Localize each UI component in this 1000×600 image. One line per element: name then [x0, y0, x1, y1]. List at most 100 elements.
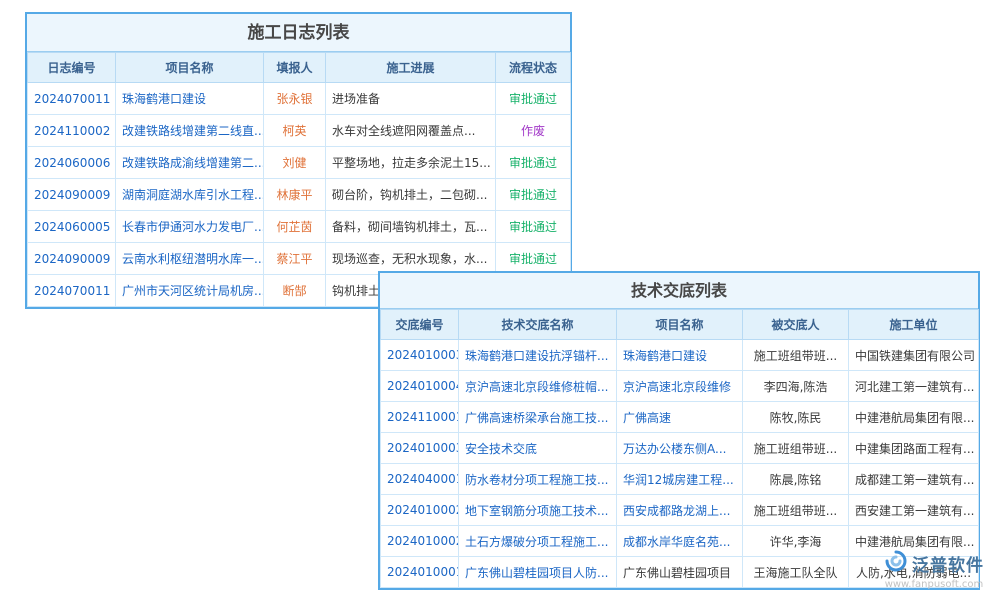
progress-text: 平整场地，拉走多余泥土15...: [326, 147, 496, 179]
disclosure-name-link[interactable]: 防水卷材分项工程施工技...: [459, 464, 617, 495]
construction-unit-text: 西安建工第一建筑有...: [849, 495, 979, 526]
status-badge: 审批通过: [496, 243, 571, 275]
disclosure-id-link[interactable]: 2024110001: [381, 402, 459, 433]
table-row[interactable]: 2024040001 防水卷材分项工程施工技... 华润12城房建工程... 陈…: [381, 464, 979, 495]
progress-text: 砌台阶，钩机排土，二包砌...: [326, 179, 496, 211]
column-header-flow-status: 流程状态: [496, 53, 571, 83]
project-name-link[interactable]: 云南水利枢纽潜明水库一...: [116, 243, 264, 275]
status-badge: 审批通过: [496, 211, 571, 243]
table-row[interactable]: 2024110002 改建铁路线增建第二线直... 柯英 水车对全线遮阳网覆盖点…: [28, 115, 571, 147]
column-header-reporter: 填报人: [264, 53, 326, 83]
recipients-text: 陈晨,陈铭: [743, 464, 849, 495]
table-row[interactable]: 2024060006 改建铁路成渝线增建第二... 刘健 平整场地，拉走多余泥土…: [28, 147, 571, 179]
disclosure-id-link[interactable]: 2024010003: [381, 340, 459, 371]
table-row[interactable]: 2024010002 地下室钢筋分项施工技术... 西安成都路龙湖上... 施工…: [381, 495, 979, 526]
project-name-link[interactable]: 湖南洞庭湖水库引水工程...: [116, 179, 264, 211]
column-header-progress: 施工进展: [326, 53, 496, 83]
reporter-name: 断郜: [264, 275, 326, 307]
log-id-link[interactable]: 2024070011: [28, 83, 116, 115]
construction-unit-text: 中国铁建集团有限公司: [849, 340, 979, 371]
tech-disclosure-table: 技术交底列表 交底编号 技术交底名称 项目名称 被交底人 施工单位 202401…: [378, 271, 980, 590]
recipients-text: 施工班组带班...: [743, 495, 849, 526]
log-id-link[interactable]: 2024090009: [28, 179, 116, 211]
column-header-log-id: 日志编号: [28, 53, 116, 83]
table-row[interactable]: 2024070011 珠海鹤港口建设 张永银 进场准备 审批通过: [28, 83, 571, 115]
log-id-link[interactable]: 2024090009: [28, 243, 116, 275]
status-badge: 审批通过: [496, 83, 571, 115]
reporter-name: 刘健: [264, 147, 326, 179]
table-row[interactable]: 2024010003 安全技术交底 万达办公楼东侧A... 施工班组带班... …: [381, 433, 979, 464]
project-name-link[interactable]: 改建铁路成渝线增建第二...: [116, 147, 264, 179]
table-row[interactable]: 2024010004 京沪高速北京段维修桩帽... 京沪高速北京段维修 李四海,…: [381, 371, 979, 402]
disclosure-name-link[interactable]: 京沪高速北京段维修桩帽...: [459, 371, 617, 402]
reporter-name: 张永银: [264, 83, 326, 115]
tech-disclosure-grid: 交底编号 技术交底名称 项目名称 被交底人 施工单位 2024010003 珠海…: [380, 309, 979, 588]
project-name-text: 广东佛山碧桂园项目: [617, 557, 743, 588]
project-name-link[interactable]: 长春市伊通河水力发电厂...: [116, 211, 264, 243]
disclosure-id-link[interactable]: 2024040001: [381, 464, 459, 495]
disclosure-name-link[interactable]: 安全技术交底: [459, 433, 617, 464]
project-name-link[interactable]: 广州市天河区统计局机房...: [116, 275, 264, 307]
progress-text: 进场准备: [326, 83, 496, 115]
column-header-project-name: 项目名称: [617, 310, 743, 340]
disclosure-name-link[interactable]: 广东佛山碧桂园项目人防...: [459, 557, 617, 588]
reporter-name: 柯英: [264, 115, 326, 147]
disclosure-id-link[interactable]: 2024010003: [381, 433, 459, 464]
brand-website: www.fanpusoft.com: [874, 579, 994, 590]
disclosure-name-link[interactable]: 地下室钢筋分项施工技术...: [459, 495, 617, 526]
progress-text: 备料，砌间墙钩机排土，瓦...: [326, 211, 496, 243]
log-id-link[interactable]: 2024110002: [28, 115, 116, 147]
log-id-link[interactable]: 2024060006: [28, 147, 116, 179]
column-header-disclosure-id: 交底编号: [381, 310, 459, 340]
table-row[interactable]: 2024010003 珠海鹤港口建设抗浮锚杆... 珠海鹤港口建设 施工班组带班…: [381, 340, 979, 371]
progress-text: 水车对全线遮阳网覆盖点...: [326, 115, 496, 147]
construction-log-title: 施工日志列表: [27, 14, 570, 52]
column-header-disclosure-name: 技术交底名称: [459, 310, 617, 340]
project-name-link[interactable]: 成都水岸华庭名苑...: [617, 526, 743, 557]
disclosure-name-link[interactable]: 珠海鹤港口建设抗浮锚杆...: [459, 340, 617, 371]
progress-text: 现场巡查，无积水现象，水...: [326, 243, 496, 275]
disclosure-id-link[interactable]: 2024010002: [381, 495, 459, 526]
brand-name: 泛普软件: [912, 551, 984, 576]
disclosure-id-link[interactable]: 2024010001: [381, 557, 459, 588]
project-name-link[interactable]: 珠海鹤港口建设: [617, 340, 743, 371]
construction-log-grid: 日志编号 项目名称 填报人 施工进展 流程状态 2024070011 珠海鹤港口…: [27, 52, 571, 307]
recipients-text: 王海施工队全队: [743, 557, 849, 588]
project-name-link[interactable]: 京沪高速北京段维修: [617, 371, 743, 402]
disclosure-id-link[interactable]: 2024010002: [381, 526, 459, 557]
column-header-project-name: 项目名称: [116, 53, 264, 83]
construction-unit-text: 成都建工第一建筑有...: [849, 464, 979, 495]
log-id-link[interactable]: 2024060005: [28, 211, 116, 243]
table-row[interactable]: 2024060005 长春市伊通河水力发电厂... 何芷茵 备料，砌间墙钩机排土…: [28, 211, 571, 243]
table-row[interactable]: 2024110001 广佛高速桥梁承台施工技... 广佛高速 陈牧,陈民 中建港…: [381, 402, 979, 433]
disclosure-name-link[interactable]: 土石方爆破分项工程施工...: [459, 526, 617, 557]
recipients-text: 李四海,陈浩: [743, 371, 849, 402]
project-name-link[interactable]: 珠海鹤港口建设: [116, 83, 264, 115]
table-row[interactable]: 2024090009 湖南洞庭湖水库引水工程... 林康平 砌台阶，钩机排土，二…: [28, 179, 571, 211]
reporter-name: 蔡江平: [264, 243, 326, 275]
table-row[interactable]: 2024090009 云南水利枢纽潜明水库一... 蔡江平 现场巡查，无积水现象…: [28, 243, 571, 275]
recipients-text: 陈牧,陈民: [743, 402, 849, 433]
reporter-name: 林康平: [264, 179, 326, 211]
tech-disclosure-title: 技术交底列表: [380, 273, 978, 309]
recipients-text: 施工班组带班...: [743, 340, 849, 371]
status-badge: 作废: [496, 115, 571, 147]
status-badge: 审批通过: [496, 147, 571, 179]
disclosure-id-link[interactable]: 2024010004: [381, 371, 459, 402]
project-name-link[interactable]: 改建铁路线增建第二线直...: [116, 115, 264, 147]
construction-unit-text: 中建港航局集团有限...: [849, 402, 979, 433]
status-badge: 审批通过: [496, 179, 571, 211]
project-name-link[interactable]: 华润12城房建工程...: [617, 464, 743, 495]
project-name-link[interactable]: 万达办公楼东侧A...: [617, 433, 743, 464]
fanpu-swirl-icon: [884, 549, 908, 577]
reporter-name: 何芷茵: [264, 211, 326, 243]
table-header-row: 交底编号 技术交底名称 项目名称 被交底人 施工单位: [381, 310, 979, 340]
project-name-link[interactable]: 广佛高速: [617, 402, 743, 433]
recipients-text: 许华,李海: [743, 526, 849, 557]
recipients-text: 施工班组带班...: [743, 433, 849, 464]
disclosure-name-link[interactable]: 广佛高速桥梁承台施工技...: [459, 402, 617, 433]
project-name-link[interactable]: 西安成都路龙湖上...: [617, 495, 743, 526]
log-id-link[interactable]: 2024070011: [28, 275, 116, 307]
table-header-row: 日志编号 项目名称 填报人 施工进展 流程状态: [28, 53, 571, 83]
column-header-construction-unit: 施工单位: [849, 310, 979, 340]
